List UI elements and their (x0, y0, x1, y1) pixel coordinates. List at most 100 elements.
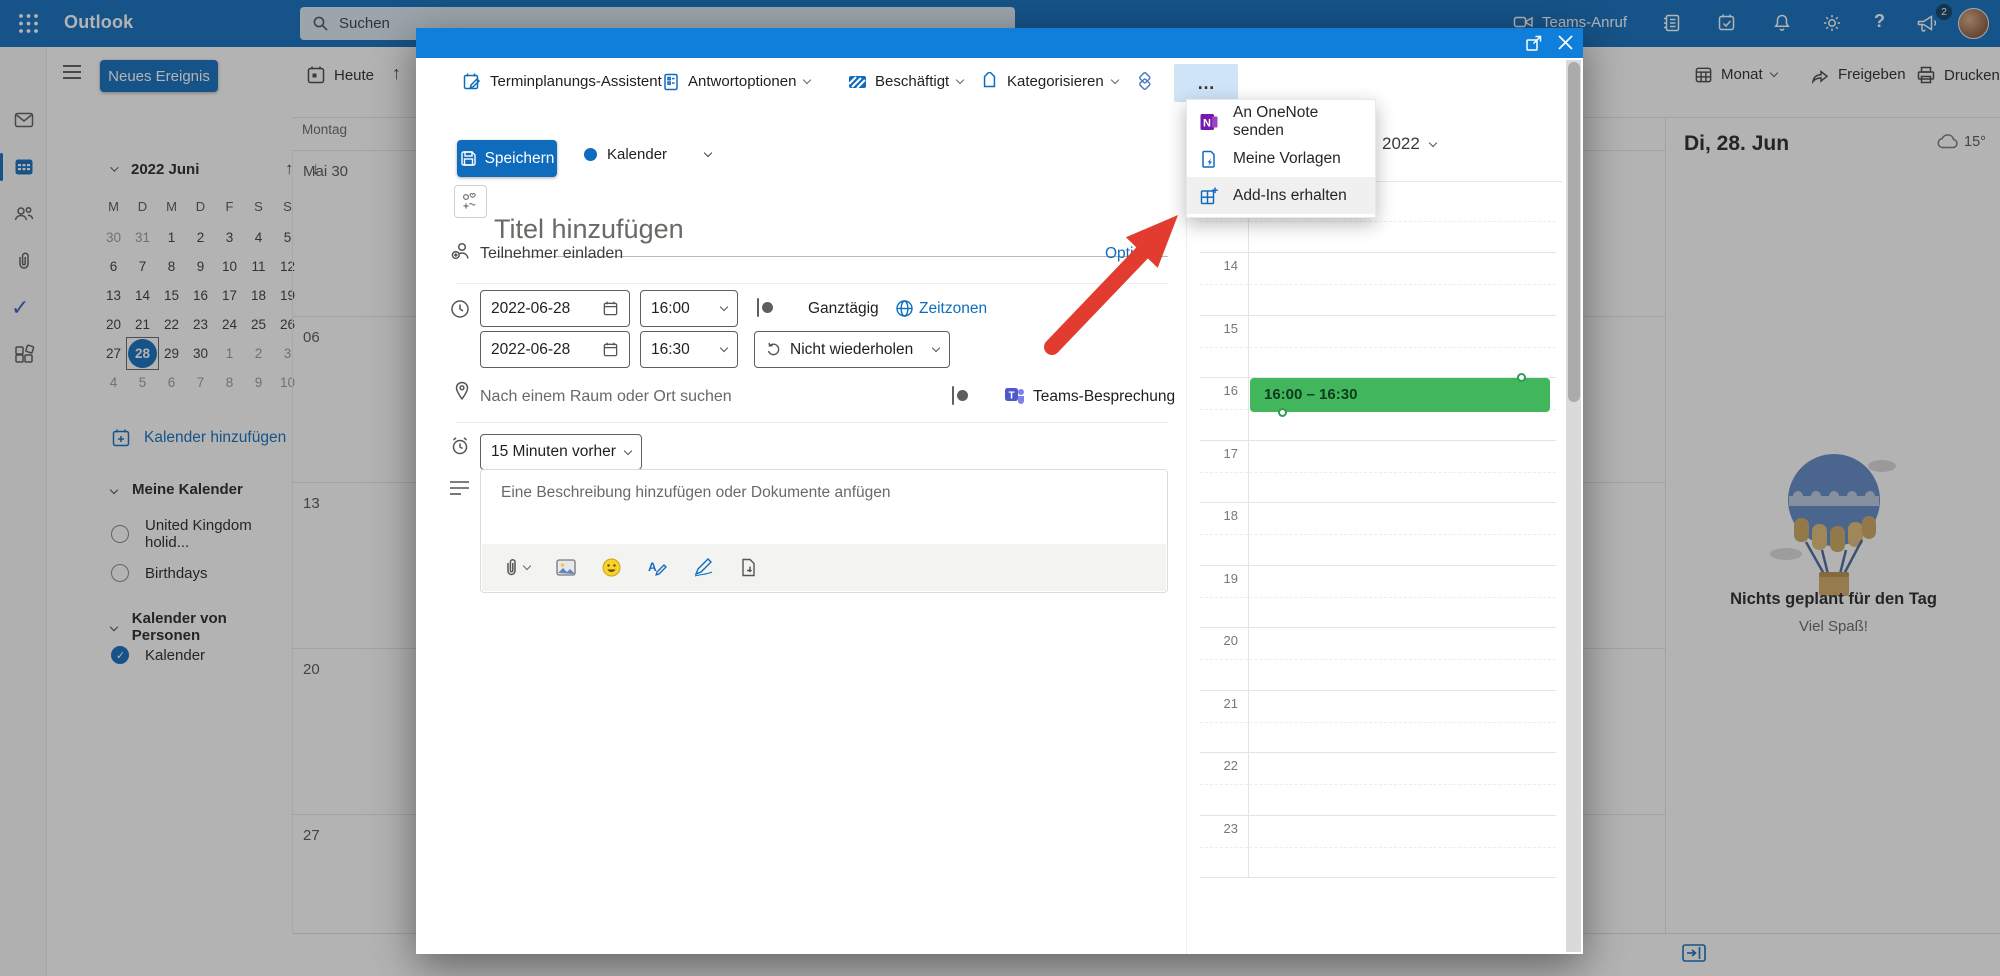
busy-status-label: Beschäftigt (875, 73, 949, 90)
location-input[interactable]: Nach einem Raum oder Ort suchen (480, 388, 732, 406)
hour-label: 19 (1200, 571, 1238, 586)
chevron-down-icon (720, 344, 728, 352)
all-day-toggle[interactable] (757, 298, 759, 317)
hour-label: 21 (1200, 696, 1238, 711)
chevron-down-icon (624, 446, 632, 454)
dialog-scrollbar[interactable] (1566, 60, 1581, 952)
chevron-down-icon (704, 149, 712, 157)
hour-row[interactable]: 20 (1200, 627, 1556, 690)
apps-diamond-icon[interactable] (1134, 72, 1154, 92)
timezones-link[interactable]: Zeitzonen (919, 300, 987, 318)
end-time-field[interactable]: 16:30 (640, 331, 738, 368)
teams-meeting-toggle[interactable] (952, 386, 954, 405)
svg-text:N: N (1203, 117, 1211, 129)
templates-icon (1199, 149, 1219, 169)
grid-bottom-line (1200, 877, 1556, 878)
start-time-field[interactable]: 16:00 (640, 290, 738, 327)
scheduling-assistant-button[interactable]: Terminplanungs-Assistent (462, 58, 662, 105)
save-label: Speichern (485, 150, 555, 168)
menu-item-my-templates[interactable]: Meine Vorlagen (1187, 140, 1375, 177)
addins-icon (1199, 186, 1219, 206)
hour-label: 14 (1200, 258, 1238, 273)
invite-attendees-icon (451, 240, 474, 263)
outlook-calendar-screen: Outlook Suchen Teams-Anruf ? (0, 0, 2000, 976)
calendar-selector[interactable]: Kalender (584, 146, 711, 163)
format-text-button[interactable]: A (647, 558, 667, 577)
emoji-button[interactable] (602, 558, 621, 577)
response-options-button[interactable]: Antwortoptionen (662, 58, 810, 105)
resize-handle-bottom[interactable] (1278, 408, 1287, 417)
gutter-line (1248, 181, 1249, 877)
hour-row[interactable]: 14 (1200, 252, 1556, 315)
preview-date-header[interactable]: 2022 (1382, 134, 1436, 154)
scheduling-assistant-label: Terminplanungs-Assistent (490, 73, 662, 90)
menu-item-send-to-onenote[interactable]: N An OneNote senden (1187, 103, 1375, 140)
scrollbar-thumb[interactable] (1568, 62, 1580, 402)
repeat-icon (765, 341, 782, 358)
event-compose-dialog: Terminplanungs-Assistent Antwortoptionen… (416, 28, 1583, 954)
teams-icon: T (1003, 384, 1026, 407)
insert-image-button[interactable] (556, 559, 576, 576)
hour-label: 15 (1200, 321, 1238, 336)
location-icon (452, 380, 472, 402)
row-divider (455, 422, 1168, 423)
datepicker-icon[interactable] (602, 341, 619, 358)
draw-pen-button[interactable] (693, 558, 714, 577)
chevron-down-icon (1429, 138, 1437, 146)
hour-label: 17 (1200, 446, 1238, 461)
alarm-icon (449, 435, 471, 457)
title-input[interactable]: Titel hinzufügen (494, 214, 684, 245)
onenote-icon: N (1199, 112, 1219, 132)
more-options-button[interactable]: … (1174, 64, 1238, 102)
hour-label: 20 (1200, 633, 1238, 648)
clock-icon (449, 298, 471, 320)
hour-row[interactable]: 23 (1200, 815, 1556, 878)
event-block[interactable]: 16:00 – 16:30 (1250, 378, 1550, 412)
insert-file-button[interactable] (740, 558, 757, 577)
categorize-label: Kategorisieren (1007, 73, 1104, 90)
calendar-color-dot (584, 148, 597, 161)
overflow-menu: N An OneNote senden Meine Vorlagen Add-I… (1186, 99, 1376, 218)
close-icon[interactable] (1557, 34, 1574, 51)
chevron-down-icon (932, 344, 940, 352)
chevron-down-icon (1110, 76, 1118, 84)
reminder-dropdown[interactable]: 15 Minuten vorher (480, 434, 642, 470)
attendees-input[interactable]: Teilnehmer einladen (480, 245, 623, 263)
end-date-field[interactable]: 2022-06-28 (480, 331, 630, 368)
popout-icon[interactable] (1525, 34, 1543, 52)
response-options-label: Antwortoptionen (688, 73, 796, 90)
menu-item-get-addins[interactable]: Add-Ins erhalten (1187, 177, 1375, 214)
hour-label: 22 (1200, 758, 1238, 773)
hour-row[interactable]: 15 (1200, 315, 1556, 378)
datepicker-icon[interactable] (602, 300, 619, 317)
busy-status-button[interactable]: Beschäftigt (848, 58, 963, 105)
description-editor[interactable]: Eine Beschreibung hinzufügen oder Dokume… (480, 469, 1168, 593)
emoji-charm-picker[interactable] (454, 185, 487, 218)
day-preview-grid: 14 15 16 17 18 19 20 21 22 23 (1200, 252, 1556, 877)
hour-row[interactable]: 21 (1200, 690, 1556, 753)
hour-label: 16 (1200, 383, 1238, 398)
svg-text:T: T (1008, 391, 1014, 402)
hour-row[interactable]: 17 (1200, 440, 1556, 503)
save-button[interactable]: Speichern (457, 140, 557, 177)
hour-row[interactable]: 19 (1200, 565, 1556, 628)
resize-handle-top[interactable] (1517, 373, 1526, 382)
categorize-button[interactable]: Kategorisieren (980, 58, 1118, 105)
dialog-titlebar[interactable] (416, 28, 1583, 58)
globe-icon (895, 299, 914, 318)
hour-row[interactable]: 22 (1200, 752, 1556, 815)
editor-toolbar: A (482, 544, 1166, 591)
all-day-label: Ganztägig (808, 300, 879, 318)
annotation-arrow (1020, 195, 1195, 360)
attach-file-button[interactable] (504, 558, 530, 577)
chevron-down-icon (956, 76, 964, 84)
repeat-dropdown[interactable]: Nicht wiederholen (754, 331, 950, 368)
start-date-field[interactable]: 2022-06-28 (480, 290, 630, 327)
hour-row[interactable]: 18 (1200, 502, 1556, 565)
half-hour-line (1200, 221, 1556, 222)
description-icon (449, 480, 470, 496)
teams-meeting-label: Teams-Besprechung (1033, 388, 1175, 406)
calendar-selector-label: Kalender (607, 146, 667, 163)
hour-label: 23 (1200, 821, 1238, 836)
chevron-down-icon (803, 76, 811, 84)
